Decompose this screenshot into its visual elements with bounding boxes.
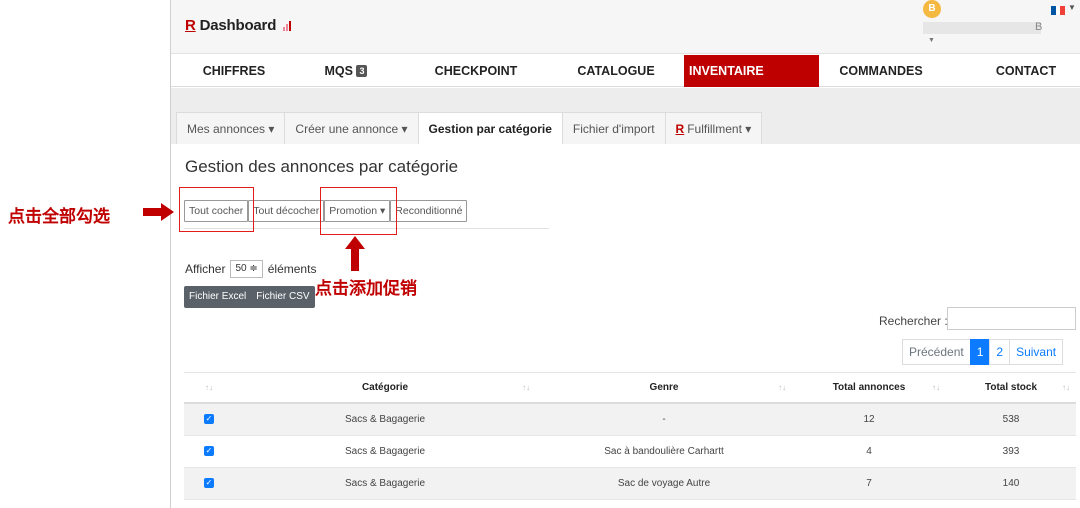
annotation-highlight-promotion — [320, 187, 397, 235]
nav-checkpoint[interactable]: CHECKPOINT — [426, 55, 526, 87]
column-label-genre: Genre — [649, 382, 679, 393]
logo-r: R — [185, 17, 196, 34]
checkbox-checked[interactable]: ✓ — [204, 446, 214, 457]
cell-total-annonces: 4 — [866, 446, 872, 457]
column-label-total-annonces: Total annonces — [832, 382, 906, 393]
column-header-select[interactable]: ↑↓ — [184, 373, 234, 403]
page-length-select[interactable]: 50 ≑ — [230, 260, 263, 278]
checkbox-checked[interactable]: ✓ — [204, 414, 214, 425]
table-row: ✓ Sacs & Bagagerie Sac à bandoulière Car… — [184, 436, 1076, 468]
pagination-next[interactable]: Suivant — [1009, 339, 1064, 365]
tab-mes-annonces[interactable]: Mes annonces ▾ — [176, 112, 286, 144]
pagination-page-1[interactable]: 1 — [969, 339, 991, 365]
annotation-highlight-check-all — [179, 187, 254, 232]
tab-gestion-categorie[interactable]: Gestion par catégorie — [417, 112, 563, 144]
main-navigation: CHIFFRES MQS 3 CHECKPOINT CATALOGUE INVE… — [171, 55, 1080, 87]
column-header-total-stock[interactable]: Total stock ↑↓ — [946, 373, 1076, 403]
cell-total-stock: 140 — [1002, 478, 1020, 489]
sort-icon: ↑↓ — [778, 383, 786, 392]
cell-genre: - — [662, 414, 666, 425]
mqs-count-badge: 3 — [356, 65, 368, 77]
nav-catalogue[interactable]: CATALOGUE — [566, 55, 666, 87]
table-row: ✓ Sacs & Bagagerie Sac de voyage Autre 7… — [184, 468, 1076, 500]
annotation-arrow-up-icon — [345, 236, 365, 271]
pagination-page-2[interactable]: 2 — [989, 339, 1011, 365]
chart-bars-icon — [283, 18, 292, 35]
cell-categorie: Sacs & Bagagerie — [344, 446, 426, 457]
screenshot-stage: R Dashboard B B ▼ ▼ CHIFFRES MQS 3 CHECK… — [0, 0, 1080, 508]
sort-icon: ↑↓ — [932, 383, 940, 392]
sort-icon: ↑↓ — [205, 383, 213, 392]
dashboard-app: R Dashboard B B ▼ ▼ CHIFFRES MQS 3 CHECK… — [171, 0, 1080, 508]
length-prefix: Afficher — [185, 262, 226, 276]
length-suffix: éléments — [267, 262, 317, 276]
tab-creer-annonce[interactable]: Créer une annonce ▾ — [284, 112, 419, 144]
left-margin — [0, 0, 171, 508]
search-input[interactable] — [947, 307, 1076, 330]
french-flag-icon[interactable] — [1051, 6, 1066, 15]
export-buttons: Fichier Excel Fichier CSV — [184, 286, 315, 308]
cell-genre: Sac de voyage Autre — [617, 478, 711, 489]
dashboard-logo[interactable]: R Dashboard — [185, 17, 292, 35]
table-row: ✓ Sacs & Bagagerie - 12 538 — [184, 404, 1076, 436]
cell-total-stock: 538 — [1002, 414, 1020, 425]
column-header-total-annonces[interactable]: Total annonces ↑↓ — [792, 373, 946, 403]
column-header-categorie[interactable]: Catégorie ↑↓ — [234, 373, 536, 403]
chevron-down-icon[interactable]: ▼ — [928, 37, 935, 44]
row-checkbox-cell: ✓ — [184, 468, 234, 500]
cell-categorie: Sacs & Bagagerie — [344, 478, 426, 489]
nav-mqs[interactable]: MQS 3 — [311, 55, 381, 87]
column-header-genre[interactable]: Genre ↑↓ — [536, 373, 792, 403]
user-name-redacted[interactable] — [923, 22, 1041, 34]
sort-icon: ↑↓ — [1062, 383, 1070, 392]
logo-text: Dashboard — [199, 17, 277, 34]
tab-fulfillment[interactable]: R Fulfillment ▾ — [664, 112, 763, 144]
cell-categorie: Sacs & Bagagerie — [344, 414, 426, 425]
column-label-categorie: Catégorie — [361, 382, 409, 393]
language-chevron-icon[interactable]: ▼ — [1068, 3, 1076, 12]
export-excel-button[interactable]: Fichier Excel — [184, 286, 251, 308]
cell-genre: Sac à bandoulière Carhartt — [604, 446, 724, 457]
nav-mqs-label: MQS — [324, 64, 353, 78]
row-checkbox-cell: ✓ — [184, 404, 234, 436]
annotation-check-all-text: 点击全部勾选 — [8, 207, 110, 227]
page-length-control: Afficher 50 ≑ éléments — [185, 260, 316, 278]
table-header: ↑↓ Catégorie ↑↓ Genre ↑↓ Total annonces ↑↓ … — [184, 372, 1076, 404]
pagination-previous[interactable]: Précédent — [902, 339, 971, 365]
checkbox-checked[interactable]: ✓ — [204, 478, 214, 489]
cell-total-stock: 393 — [1002, 446, 1020, 457]
nav-chiffres[interactable]: CHIFFRES — [189, 55, 279, 87]
nav-contact[interactable]: CONTACT — [981, 55, 1071, 87]
annotation-promotion-text: 点击添加促销 — [315, 279, 417, 299]
row-checkbox-cell: ✓ — [184, 436, 234, 468]
user-avatar[interactable]: B — [923, 0, 941, 18]
cell-total-annonces: 12 — [863, 414, 875, 425]
tab-fichier-import[interactable]: Fichier d'import — [561, 112, 666, 144]
uncheck-all-button[interactable]: Tout décocher — [248, 200, 325, 222]
annotation-arrow-right-icon — [143, 203, 174, 221]
category-table: ↑↓ Catégorie ↑↓ Genre ↑↓ Total annonces ↑↓ … — [184, 372, 1076, 500]
top-header: R Dashboard B B ▼ ▼ — [171, 0, 1080, 54]
export-csv-button[interactable]: Fichier CSV — [251, 286, 314, 308]
tab-fulfillment-label: Fulfillment ▾ — [687, 122, 752, 136]
sort-icon: ↑↓ — [522, 383, 530, 392]
page-title: Gestion des annonces par catégorie — [185, 157, 459, 176]
inventory-tabs: Mes annonces ▾ Créer une annonce ▾ Gesti… — [176, 112, 763, 144]
nav-inventaire[interactable]: INVENTAIRE — [684, 55, 819, 87]
search-label: Rechercher : — [879, 314, 948, 328]
fulfillment-r-icon: R — [675, 122, 685, 136]
cell-total-annonces: 7 — [866, 478, 872, 489]
nav-commandes[interactable]: COMMANDES — [831, 55, 931, 87]
pagination: Précédent 1 2 Suivant — [902, 339, 1064, 365]
refurbished-button[interactable]: Reconditionné — [390, 200, 468, 222]
column-label-total-stock: Total stock — [984, 382, 1038, 393]
user-name-suffix: B — [1035, 21, 1043, 33]
